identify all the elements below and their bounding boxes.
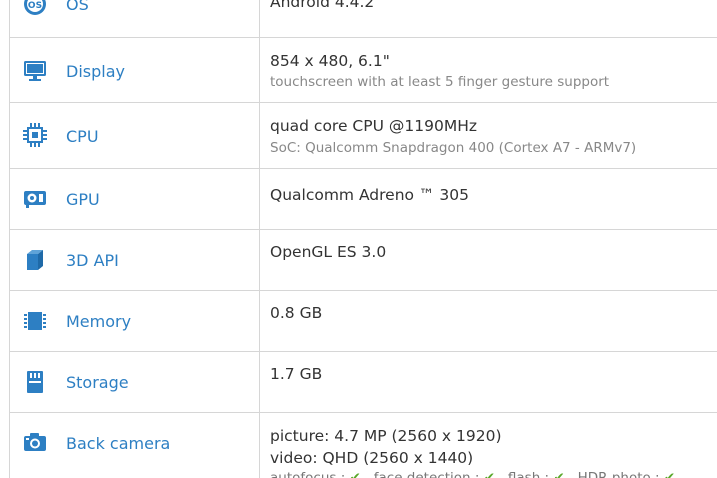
spec-value-os: Android 4.4.2	[270, 0, 375, 11]
svg-text:OS: OS	[28, 1, 42, 11]
spec-row-memory: Memory 0.8 GB	[10, 291, 717, 352]
spec-subvalue-cpu: SoC: Qualcomm Snapdragon 400 (Cortex A7 …	[270, 140, 637, 156]
spec-label-cpu: CPU	[66, 127, 99, 146]
cpu-chip-icon	[22, 122, 48, 148]
spec-value-display: 854 x 480, 6.1"	[270, 52, 390, 70]
spec-label-gpu: GPU	[66, 190, 100, 209]
camera-icon	[22, 429, 48, 455]
check-icon: ✔	[553, 470, 565, 478]
device-spec-page: OS OS Android 4.4.2 Display 854 x 480, 6…	[0, 0, 717, 478]
spec-label-memory: Memory	[66, 312, 132, 331]
check-icon: ✔	[483, 470, 495, 478]
check-icon: ✔	[349, 470, 361, 478]
spec-value-camera-video: video: QHD (2560 x 1440)	[270, 449, 474, 467]
spec-value-gpu: Qualcomm Adreno ™ 305	[270, 186, 469, 204]
feature-flash: flash : ✔ ,	[508, 470, 573, 478]
check-icon: ✔	[663, 470, 676, 478]
spec-row-storage: Storage 1.7 GB	[10, 352, 717, 413]
spec-value-cpu: quad core CPU @1190MHz	[270, 117, 477, 135]
gpu-card-icon	[22, 186, 48, 212]
spec-row-display: Display 854 x 480, 6.1" touchscreen with…	[10, 38, 717, 103]
feature-face-detection: face detection : ✔ ,	[374, 470, 504, 478]
spec-value-camera-picture: picture: 4.7 MP (2560 x 1920)	[270, 427, 502, 445]
spec-value-3d-api: OpenGL ES 3.0	[270, 243, 387, 261]
cube-icon	[22, 247, 48, 273]
spec-label-os: OS	[66, 0, 89, 14]
spec-row-gpu: GPU Qualcomm Adreno ™ 305	[10, 169, 717, 230]
storage-card-icon	[22, 369, 48, 395]
spec-value-memory: 0.8 GB	[270, 304, 323, 322]
spec-table: OS OS Android 4.4.2 Display 854 x 480, 6…	[9, 0, 717, 478]
spec-row-cpu: CPU quad core CPU @1190MHz SoC: Qualcomm…	[10, 103, 717, 169]
spec-row-os: OS OS Android 4.4.2	[10, 0, 717, 38]
spec-label-3d-api: 3D API	[66, 251, 119, 270]
memory-chip-icon	[22, 308, 48, 334]
spec-value-storage: 1.7 GB	[270, 365, 323, 383]
spec-label-back-camera: Back camera	[66, 434, 171, 453]
feature-hdr-photo: HDR photo : ✔	[578, 470, 676, 478]
spec-row-3d-api: 3D API OpenGL ES 3.0	[10, 230, 717, 291]
spec-subvalue-display: touchscreen with at least 5 finger gestu…	[270, 74, 610, 90]
camera-features: autofocus : ✔ , face detection : ✔ , fla…	[270, 470, 675, 478]
spec-label-storage: Storage	[66, 373, 129, 392]
monitor-icon	[22, 58, 48, 84]
feature-autofocus: autofocus : ✔ ,	[270, 470, 369, 478]
spec-row-back-camera: Back camera picture: 4.7 MP (2560 x 1920…	[10, 413, 717, 478]
os-icon: OS	[22, 0, 48, 17]
spec-label-display: Display	[66, 62, 125, 81]
